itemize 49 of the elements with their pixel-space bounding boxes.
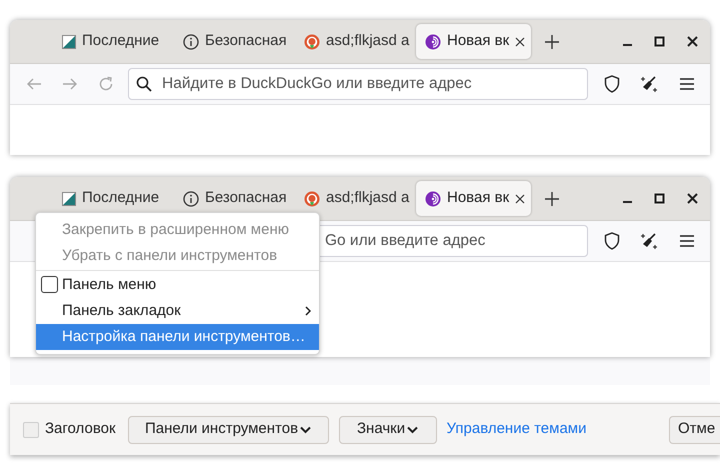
themes-link[interactable]: Управление темами	[446, 418, 586, 441]
minimize-icon	[623, 201, 632, 203]
broom-sparkle-icon	[640, 232, 658, 250]
address-field[interactable]: Найдите в DuckDuckGo или введите адрес	[128, 68, 588, 100]
chevron-right-icon	[305, 306, 311, 316]
onion-logo-icon	[425, 190, 441, 206]
onion-logo-icon	[425, 34, 441, 50]
tab[interactable]: Последние	[53, 24, 170, 59]
checkbox-label: Заголовок	[45, 419, 116, 440]
menu-item[interactable]: Настройка панели инструментов…	[36, 324, 319, 350]
forward-arrow-icon	[62, 76, 78, 92]
duck-logo-icon	[304, 190, 320, 206]
diagonal-square-icon	[62, 34, 76, 48]
shield-icon	[604, 232, 620, 250]
new-tab-icon	[545, 34, 559, 48]
duck-logo-icon	[304, 34, 320, 50]
minimize-icon	[623, 44, 632, 46]
diagonal-square-icon	[62, 192, 76, 206]
tab[interactable]: Новая вк	[416, 181, 531, 216]
chevron-down-icon	[300, 426, 312, 434]
close-icon	[687, 36, 698, 47]
cancel-button[interactable]: Отме	[669, 416, 720, 444]
new-tab-icon	[545, 192, 559, 206]
search-icon	[136, 76, 152, 92]
dropdown-button[interactable]: Панели инструментов	[128, 416, 329, 444]
menu-icon	[680, 78, 694, 90]
reload-icon	[98, 76, 114, 92]
shield-icon	[604, 75, 620, 93]
close-icon	[687, 193, 698, 204]
close-icon	[515, 194, 526, 204]
dropdown-button[interactable]: Значки	[338, 416, 437, 444]
tab[interactable]: asd;flkjasd а	[295, 181, 412, 216]
menu-icon	[680, 235, 694, 247]
tab[interactable]: Последние	[53, 181, 170, 216]
tab[interactable]: Безопасная	[174, 181, 291, 216]
maximize-icon	[654, 36, 665, 47]
menu-item[interactable]: Панель меню	[36, 272, 319, 298]
checkbox[interactable]	[41, 276, 58, 293]
back-arrow-icon	[26, 76, 42, 92]
close-icon	[515, 36, 526, 46]
info-icon	[183, 190, 199, 206]
maximize-icon	[654, 193, 665, 204]
chevron-down-icon	[407, 426, 418, 434]
menu-item[interactable]: Панель закладок	[36, 298, 319, 324]
info-icon	[183, 34, 199, 50]
broom-sparkle-icon	[640, 75, 658, 93]
tab[interactable]: asd;flkjasd а	[295, 24, 412, 59]
tab[interactable]: Новая вк	[416, 24, 531, 59]
tab[interactable]: Безопасная	[174, 24, 291, 59]
